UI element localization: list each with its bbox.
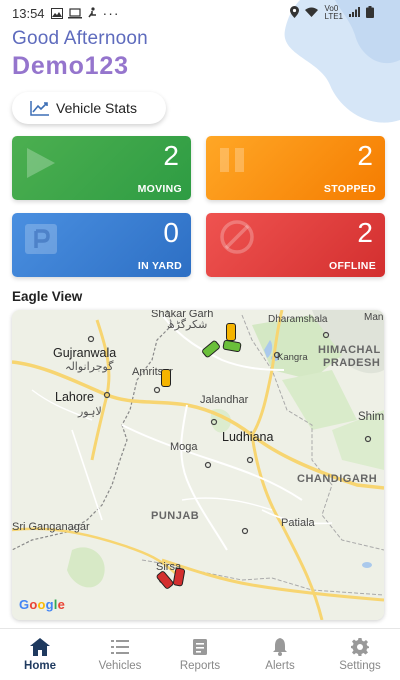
gear-icon	[351, 637, 369, 657]
google-logo: Google	[19, 597, 66, 612]
map-label-punjab: PUNJAB	[151, 510, 200, 522]
vehicle-stats-label: Vehicle Stats	[56, 100, 137, 116]
nav-home[interactable]: Home	[0, 629, 80, 680]
nav-reports[interactable]: Reports	[160, 629, 240, 680]
greeting-text: Good Afternoon	[12, 28, 148, 49]
more-notifications-icon: ···	[102, 5, 120, 21]
in-yard-count: 0	[163, 217, 179, 248]
in-yard-card[interactable]: 0 IN YARD	[12, 213, 191, 277]
play-icon	[27, 148, 55, 178]
bell-icon	[272, 637, 288, 657]
map-label-gujranwala-urdu: گوجرانوالہ	[65, 361, 114, 373]
map-label-himachal: HIMACHAL	[318, 344, 381, 356]
parking-icon	[25, 224, 57, 254]
map-label-pradesh: PRADESH	[323, 357, 381, 369]
status-time: 13:54	[12, 5, 45, 21]
eagle-view-title: Eagle View	[12, 289, 83, 304]
vehicle-marker-stopped[interactable]	[226, 323, 236, 341]
map-label-shakargarh-urdu: شکرگڑھ	[167, 319, 208, 331]
map-label-moga: Moga	[170, 441, 198, 453]
nav-alerts[interactable]: Alerts	[240, 629, 320, 680]
nav-vehicles[interactable]: Vehicles	[80, 629, 160, 680]
map-label-lahore: Lahore	[55, 390, 94, 404]
block-icon	[220, 220, 254, 254]
map-label-gujranwala: Gujranwala	[53, 346, 117, 360]
vehicle-marker-stopped[interactable]	[161, 369, 171, 387]
bottom-nav: Home Vehicles Reports Alerts Settings	[0, 628, 400, 680]
username: Demo123	[12, 52, 129, 80]
nav-vehicles-label: Vehicles	[98, 660, 142, 672]
map-label-ludhiana: Ludhiana	[222, 430, 274, 444]
nav-settings[interactable]: Settings	[320, 629, 400, 680]
gallery-icon	[50, 7, 63, 19]
status-bar: 13:54 ···	[0, 0, 400, 26]
offline-count: 2	[357, 217, 373, 248]
moving-count: 2	[163, 140, 179, 171]
map-label-sri-ganganagar: Sri Ganganagar	[12, 521, 90, 533]
nav-home-label: Home	[24, 660, 56, 672]
report-icon	[192, 637, 208, 657]
nav-alerts-label: Alerts	[265, 660, 295, 672]
in-yard-label: IN YARD	[137, 260, 182, 272]
pause-icon	[220, 148, 244, 172]
stopped-card[interactable]: 2 STOPPED	[206, 136, 385, 200]
moving-card[interactable]: 2 MOVING	[12, 136, 191, 200]
stopped-count: 2	[357, 140, 373, 171]
vehicle-stats-button[interactable]: Vehicle Stats	[12, 92, 166, 124]
trend-chart-icon	[30, 101, 49, 116]
map-label-shim: Shim	[358, 411, 384, 423]
offline-label: OFFLINE	[328, 260, 376, 272]
home-icon	[30, 637, 50, 657]
accessibility-icon	[87, 7, 98, 19]
map-label-lahore-urdu: لاہور	[78, 406, 102, 418]
list-icon	[111, 637, 129, 657]
eagle-view-map[interactable]: Shakar Garh شکرگڑھ Dharamshala Man Gujra…	[12, 310, 384, 620]
nav-settings-label: Settings	[339, 660, 381, 672]
map-label-chandigarh: CHANDIGARH	[297, 473, 378, 485]
laptop-icon	[67, 7, 82, 19]
map-label-patiala: Patiala	[281, 517, 315, 529]
map-label-dharamshala: Dharamshala	[268, 314, 328, 325]
map-label-jalandhar: Jalandhar	[200, 394, 249, 406]
stopped-label: STOPPED	[323, 183, 376, 195]
map-label-kangra: Kangra	[277, 352, 308, 363]
map-label-man: Man	[364, 312, 384, 323]
moving-label: MOVING	[137, 183, 182, 195]
offline-card[interactable]: 2 OFFLINE	[206, 213, 385, 277]
nav-reports-label: Reports	[179, 660, 221, 672]
